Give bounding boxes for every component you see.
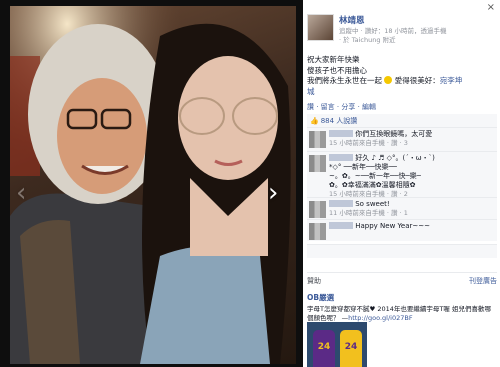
- ad-image[interactable]: 24 24: [307, 322, 367, 367]
- commenter-avatar[interactable]: [309, 155, 326, 172]
- ad-link[interactable]: http://goo.gl/i027BF: [348, 314, 412, 322]
- likes-count[interactable]: 884 人說讚: [321, 117, 358, 125]
- chevron-right-icon[interactable]: ›: [268, 180, 278, 206]
- caption-line-3: 我們將永生永世在一起: [307, 76, 382, 85]
- commenter-name[interactable]: [329, 154, 353, 161]
- photo-image: [10, 6, 296, 364]
- comment-input[interactable]: [307, 244, 497, 258]
- photo[interactable]: [10, 6, 296, 364]
- post-header: 林靖恩 追蹤中 · 讚好：18 小時前，透過手機 · 於 Taichung 附近: [306, 14, 496, 44]
- tshirt-image: 24: [340, 330, 362, 367]
- commenter-avatar[interactable]: [309, 201, 326, 218]
- comment-line: *◇° ──新年──快樂──: [329, 163, 397, 171]
- chevron-left-icon[interactable]: ‹: [16, 180, 26, 206]
- comment-item: 好久 ♪ ♬ ◇°。(´・ω・`) *◇° ──新年──快樂── ~。✿。~──…: [307, 151, 497, 198]
- smile-icon: [384, 76, 393, 84]
- caption-line-1: 祝大家新年快樂: [307, 55, 360, 64]
- comment-text: 你們互換眼鏡嗎，太可愛: [355, 130, 433, 138]
- tshirt-image: 24: [313, 330, 335, 367]
- ad-brand[interactable]: OB嚴選: [307, 292, 497, 303]
- comment-line: ~。✿。~──新一年──快─樂─: [329, 172, 421, 180]
- comment-meta[interactable]: 15 小時前來自手機 · 讚 · 3: [329, 139, 408, 147]
- commenter-avatar[interactable]: [309, 223, 326, 240]
- thumb-up-icon: 👍: [310, 117, 319, 125]
- close-icon[interactable]: ×: [487, 2, 495, 13]
- comment-line-text: 好久 ♪ ♬ ◇°。(´・ω・`): [355, 154, 435, 162]
- comment-line: ✿。✿幸福滿滿✿溫馨相隨✿: [329, 181, 416, 189]
- caption-love: 愛得很美好：: [394, 76, 440, 85]
- create-ad-link[interactable]: 刊登廣告: [469, 276, 497, 286]
- comment-text: Happy New Year~~~: [355, 222, 430, 230]
- commenter-name[interactable]: [329, 222, 353, 229]
- avatar[interactable]: [307, 14, 334, 41]
- commenter-name[interactable]: [329, 200, 353, 207]
- comment-meta[interactable]: 11 小時前來自手機 · 讚 · 1: [329, 209, 408, 217]
- likes-bar[interactable]: 👍 884 人說讚: [307, 114, 497, 127]
- tagged-link-2[interactable]: 城: [307, 87, 497, 98]
- comment-list: 你們互換眼鏡嗎，太可愛 15 小時前來自手機 · 讚 · 3 好久 ♪ ♬ ◇°…: [307, 127, 497, 241]
- photo-side-panel: × 林靖恩 追蹤中 · 讚好：18 小時前，透過手機 · 於 Taichung …: [303, 0, 500, 367]
- post-caption: 祝大家新年快樂 傻孩子也不用擔心 我們將永生永世在一起 愛得很美好：宛李坤 城: [307, 55, 497, 97]
- caption-line-3-row: 我們將永生永世在一起 愛得很美好：宛李坤: [307, 76, 497, 87]
- comment-item: 你們互換眼鏡嗎，太可愛 15 小時前來自手機 · 讚 · 3: [307, 127, 497, 151]
- photo-viewer: ‹ ›: [0, 0, 303, 367]
- post-location[interactable]: · 於 Taichung 附近: [339, 34, 396, 44]
- post-actions[interactable]: 讚 · 留言 · 分享 · 編輯: [307, 102, 376, 112]
- comment-text: So sweet!: [355, 200, 390, 208]
- comment-line: 好久 ♪ ♬ ◇°。(´・ω・`): [329, 154, 495, 163]
- comment-item: Happy New Year~~~: [307, 219, 497, 241]
- tagged-link-1[interactable]: 宛李坤: [440, 76, 463, 85]
- commenter-avatar[interactable]: [309, 131, 326, 148]
- commenter-name[interactable]: [329, 130, 353, 137]
- caption-line-2: 傻孩子也不用擔心: [307, 65, 367, 75]
- ad-text: 宇母T怎麼穿都穿不膩♥ 2014年也要繼續宇母T喔 姐兒們喜歡哪個顏色呢？ —h…: [307, 305, 497, 322]
- comment-item: So sweet! 11 小時前來自手機 · 讚 · 1: [307, 197, 497, 219]
- sponsored-section: 贊助 刊登廣告 OB嚴選 宇母T怎麼穿都穿不膩♥ 2014年也要繼續宇母T喔 姐…: [307, 272, 497, 322]
